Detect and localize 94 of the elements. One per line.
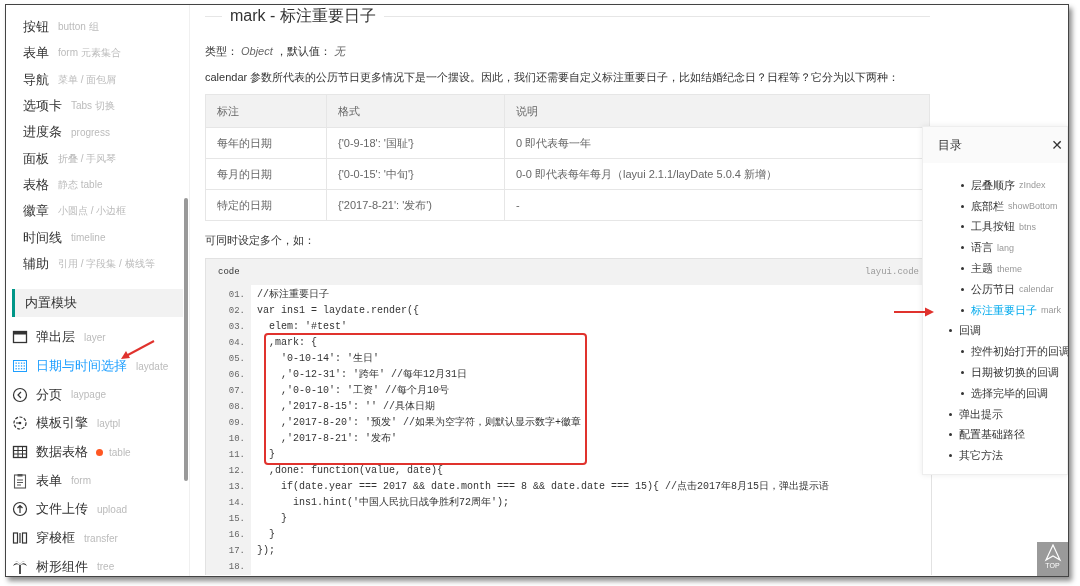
note-text: 可同时设定多个，如： [205,233,316,248]
line-number: 17. [227,545,246,558]
sidebar-item[interactable]: 选项卡 Tabs 切换 [6,92,189,120]
line-number: 15. [227,513,246,526]
toc-item[interactable]: 工具按钮 btns [961,216,1036,238]
table-cell: 每年的日期 [205,127,327,159]
code-line: ,'2017-8-21': '发布' [280,433,398,444]
line-number: 08. [227,401,246,414]
palm-tree-icon [12,558,28,575]
back-circle-icon [12,386,28,403]
column-header: 格式 [326,94,505,128]
toc-item[interactable]: 公历节日 calendar [961,279,1054,300]
close-button[interactable]: ✕ [1047,137,1067,153]
column-header: 说明 [504,94,930,128]
code-line: ,'2017-8-20': '预发' //如果为空字符，则默认显示数字+徽章 [280,417,582,428]
toc-item[interactable]: 语言 lang [961,237,1014,259]
window-icon [12,329,28,346]
calendar-icon [12,358,28,374]
sidebar-item[interactable]: 表单 form 元素集合 [6,40,189,67]
code-line: '0-10-14': '生日' [280,353,380,364]
toc-item[interactable]: 层叠顺序 zIndex [961,175,1046,196]
sidebar-item[interactable]: 文件上传 upload [6,495,189,524]
table-cell: 特定的日期 [205,189,327,221]
sidebar-item[interactable]: 分页 laypage [6,380,189,410]
code-line: //标注重要日子 [257,289,329,300]
line-number: 06. [227,369,246,382]
code-line: ,'0-12-31': '跨年' //每年12月31日 [280,369,468,380]
column-header: 标注 [205,94,327,128]
toc-item[interactable]: 选择完毕的回调 [961,382,1048,404]
code-line: ,mark: { [268,337,317,348]
toc-item[interactable]: 底部栏 showBottom [961,195,1058,217]
section-header: 内置模块 [12,288,183,317]
clipboard-icon [12,472,28,489]
line-number: 11. [227,449,246,462]
code-label: code [218,267,240,277]
sidebar-item[interactable]: 穿梭框 transfer [6,523,189,553]
table-cell: {'0-0-15': '中旬'} [326,158,505,190]
toc-item[interactable]: 配置基础路径 [949,424,1025,446]
line-number: 09. [227,417,246,430]
upload-icon [12,501,28,518]
code-line: } [268,449,275,460]
section-title: mark - 标注重要日子 [230,5,376,26]
line-number: 05. [227,353,246,366]
line-number: 10. [227,433,246,446]
line-number: 04. [227,337,246,350]
scrollbar[interactable] [184,198,188,481]
code-line: } [268,529,275,540]
code-line: ,'0-0-10': '工资' //每个月10号 [280,385,450,396]
sidebar-item[interactable]: 表单 form [6,466,189,496]
gear-icon [12,415,28,432]
line-number: 07. [227,385,246,398]
table-cell: 每月的日期 [205,158,327,190]
line-number: 13. [227,481,246,494]
transfer-icon [12,530,28,547]
code-line: ins1.hint('中国人民抗日战争胜利72周年'); [292,497,510,508]
type-line: 类型： Object ，默认值： 无 [205,44,347,59]
sidebar-item[interactable]: 辅助 引用 / 字段集 / 横线等 [6,250,189,277]
toc-item[interactable]: 主题 theme [961,258,1022,279]
toc-item[interactable]: 弹出提示 [949,403,1003,425]
code-brand: layui.code [865,267,919,277]
sidebar-item[interactable]: 进度条 progress [6,119,189,146]
toc-item[interactable]: 日期被切换的回调 [961,362,1059,383]
line-number: 02. [227,305,246,318]
line-number: 03. [227,321,246,334]
sidebar-item[interactable]: 模板引擎 laytpl [6,409,189,438]
sidebar-item[interactable]: 徽章 小圆点 / 小边框 [6,198,189,225]
code-line: if(date.year === 2017 && date.month === 8 && date.date === 15){ //点击2017年8月15日，弹出提示语 [280,481,830,492]
toc-item[interactable]: 回调 [949,320,981,342]
sidebar-item[interactable]: 时间线 timeline [6,224,189,251]
line-number: 01. [227,289,246,302]
intro-paragraph: calendar 参数所代表的公历节日更多情况下是一个摆设。因此，我们还需要自定义标注重要日子，比如结婚纪念日？日程等？它分为以下两种： [205,70,901,85]
code-line: ,done: function(value, date){ [268,465,444,476]
code-line: }); [257,545,275,556]
table-cell: {'0-9-18': '国耻'} [326,127,505,159]
sidebar-item[interactable]: 按钮 button 组 [6,14,189,41]
annotation-arrow [894,306,934,318]
code-line: var ins1 = laydate.render({ [257,305,420,316]
line-number: 14. [227,497,246,510]
line-number: 12. [227,465,246,478]
code-line: } [280,513,287,524]
line-number: 18. [227,561,246,574]
sidebar-item[interactable]: 数据表格 table [6,437,189,467]
code-line: ,'2017-8-15': '' //具体日期 [280,401,436,412]
sidebar-item[interactable]: 弹出层 layer [6,322,189,352]
table-cell: {'2017-8-21': '发布') [326,189,505,221]
code-line: elem: '#test' [268,321,347,332]
toc-title: 目录 [938,136,962,154]
sidebar-item[interactable]: 表格 静态 table [6,171,189,199]
line-number: 16. [227,529,246,542]
toc-item[interactable]: 其它方法 [949,445,1003,467]
sidebar-item[interactable]: 树形组件 tree [6,552,189,576]
grid-icon [12,444,28,461]
arrow-icon [1042,544,1063,562]
sidebar-item[interactable]: 面板 折叠 / 手风琴 [6,145,189,172]
